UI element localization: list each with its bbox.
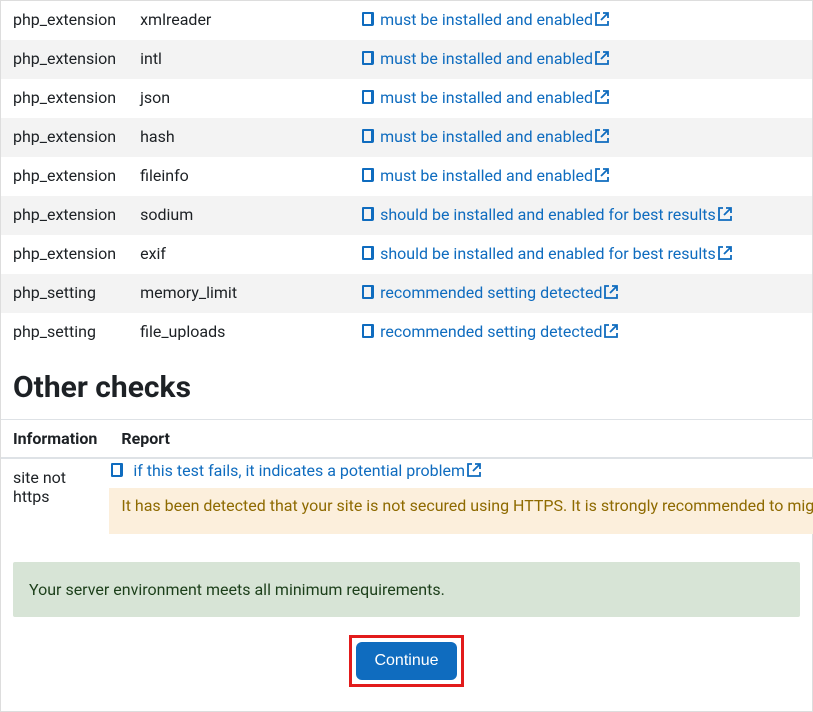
book-icon — [360, 206, 376, 226]
check-status: should be installed and enabled for best… — [348, 235, 812, 274]
book-icon — [360, 167, 376, 187]
book-icon — [109, 462, 125, 482]
server-checks-table: php_extensionxmlreadermust be installed … — [1, 1, 812, 352]
check-status: recommended setting detected — [348, 313, 812, 352]
check-name: sodium — [128, 196, 348, 235]
check-name: intl — [128, 40, 348, 79]
table-row: php_extensionfileinfo must be installed a… — [1, 157, 812, 196]
table-row: site not https if this test fails, it in… — [1, 458, 813, 534]
external-link-icon — [717, 245, 733, 265]
status-link[interactable]: recommended setting detected — [380, 283, 619, 302]
table-row: php_extensionjson must be installed and e… — [1, 79, 812, 118]
check-name: exif — [128, 235, 348, 274]
status-link[interactable]: must be installed and enabled — [380, 127, 610, 146]
book-icon — [360, 11, 376, 31]
table-row: php_settingmemory_limit recommended setti… — [1, 274, 812, 313]
highlight-annotation: Continue — [349, 635, 463, 687]
col-report: Report — [109, 420, 813, 459]
info-cell: site not https — [1, 458, 109, 534]
external-link-icon — [594, 128, 610, 148]
check-status: must be installed and enabled — [348, 118, 812, 157]
external-link-icon — [466, 462, 482, 482]
check-type: php_extension — [1, 196, 128, 235]
book-icon — [360, 284, 376, 304]
other-checks-heading: Other checks — [1, 352, 812, 419]
check-type: php_extension — [1, 1, 128, 40]
check-type: php_extension — [1, 118, 128, 157]
table-row: php_extensionsodium should be installed a… — [1, 196, 812, 235]
check-type: php_extension — [1, 40, 128, 79]
external-link-icon — [717, 206, 733, 226]
external-link-icon — [594, 167, 610, 187]
check-status: recommended setting detected — [348, 274, 812, 313]
external-link-icon — [594, 89, 610, 109]
external-link-icon — [603, 323, 619, 343]
table-row: php_extensionintl must be installed and e… — [1, 40, 812, 79]
status-link[interactable]: must be installed and enabled — [380, 88, 610, 107]
check-name: memory_limit — [128, 274, 348, 313]
check-name: xmlreader — [128, 1, 348, 40]
check-name: file_uploads — [128, 313, 348, 352]
report-cell: if this test fails, it indicates a poten… — [109, 458, 813, 534]
check-name: json — [128, 79, 348, 118]
check-type: php_extension — [1, 79, 128, 118]
table-row: php_extensionxmlreader must be installed … — [1, 1, 812, 40]
check-type: php_setting — [1, 313, 128, 352]
table-row: php_extensionexif should be installed and… — [1, 235, 812, 274]
check-type: php_setting — [1, 274, 128, 313]
continue-button[interactable]: Continue — [356, 642, 456, 680]
book-icon — [360, 50, 376, 70]
check-type: php_extension — [1, 157, 128, 196]
status-link[interactable]: should be installed and enabled for best… — [380, 205, 733, 224]
external-link-icon — [603, 284, 619, 304]
book-icon — [360, 245, 376, 265]
check-status: must be installed and enabled — [348, 157, 812, 196]
status-link[interactable]: must be installed and enabled — [380, 10, 610, 29]
check-name: hash — [128, 118, 348, 157]
check-status: must be installed and enabled — [348, 1, 812, 40]
status-link[interactable]: recommended setting detected — [380, 322, 619, 341]
check-name: fileinfo — [128, 157, 348, 196]
col-information: Information — [1, 420, 109, 459]
check-status: should be installed and enabled for best… — [348, 196, 812, 235]
status-link[interactable]: must be installed and enabled — [380, 49, 610, 68]
check-status: must be installed and enabled — [348, 79, 812, 118]
status-link[interactable]: must be installed and enabled — [380, 166, 610, 185]
success-banner: Your server environment meets all minimu… — [13, 562, 800, 617]
check-status: must be installed and enabled — [348, 40, 812, 79]
table-row: php_settingfile_uploads recommended setti… — [1, 313, 812, 352]
external-link-icon — [594, 50, 610, 70]
table-row: php_extensionhash must be installed and e… — [1, 118, 812, 157]
https-help-link[interactable]: if this test fails, it indicates a poten… — [133, 461, 482, 480]
https-warning-message: It has been detected that your site is n… — [121, 488, 813, 525]
external-link-icon — [594, 11, 610, 31]
status-link[interactable]: should be installed and enabled for best… — [380, 244, 733, 263]
other-checks-table: Information Report site not https if thi… — [1, 419, 813, 534]
book-icon — [360, 128, 376, 148]
book-icon — [360, 323, 376, 343]
book-icon — [360, 89, 376, 109]
check-type: php_extension — [1, 235, 128, 274]
